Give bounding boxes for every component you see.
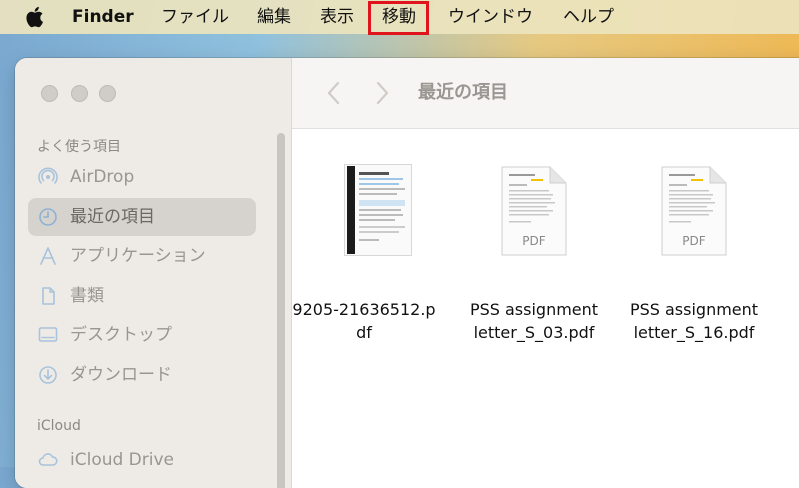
airdrop-icon <box>38 167 58 185</box>
sidebar-section-icloud: iCloud <box>37 418 81 434</box>
file-item[interactable]: PDF PSS assignment letter_S_16.pdf <box>611 150 761 350</box>
document-icon <box>42 287 55 305</box>
apple-logo-icon[interactable] <box>24 5 44 29</box>
sidebar-scrollbar[interactable] <box>277 133 285 488</box>
sidebar-item-label: iCloud Drive <box>70 450 175 470</box>
file-item[interactable]: PDF PSS assignment letter_S_03.pdf <box>451 150 601 350</box>
sidebar-item-label: デスクトップ <box>70 325 172 345</box>
desktop-icon <box>38 327 58 342</box>
pdf-badge: PDF <box>682 234 706 248</box>
applications-icon <box>40 247 56 265</box>
pdf-badge: PDF <box>522 234 546 248</box>
sidebar-section-favorites: よく使う項目 <box>37 139 121 155</box>
file-name: 9205-21636512.p df <box>289 298 439 344</box>
menu-edit[interactable]: 編集 <box>257 0 291 34</box>
menu-help[interactable]: ヘルプ <box>563 0 614 34</box>
chevron-right-icon[interactable] <box>372 80 392 106</box>
sidebar-item-icloud-drive[interactable]: iCloud Drive <box>28 441 256 479</box>
cloud-icon <box>38 453 58 466</box>
sidebar-item-airdrop[interactable]: AirDrop <box>28 158 256 196</box>
file-name-line1: PSS assignment <box>469 300 599 319</box>
sidebar-item-recents[interactable]: 最近の項目 <box>28 198 256 236</box>
window-title: 最近の項目 <box>418 82 508 103</box>
close-window-button[interactable] <box>41 85 58 102</box>
sidebar-item-label: 書類 <box>70 286 104 306</box>
sidebar: よく使う項目 AirDrop 最近の項目 アプリケーション 書類 デスクトップ … <box>15 58 292 488</box>
sidebar-item-desktop[interactable]: デスクトップ <box>28 316 256 354</box>
file-name-line1: 9205-21636512.p <box>292 300 436 319</box>
download-icon <box>39 366 57 384</box>
sidebar-item-label: アプリケーション <box>70 246 206 266</box>
sidebar-item-downloads[interactable]: ダウンロード <box>28 356 256 394</box>
sidebar-item-label: ダウンロード <box>70 365 172 385</box>
chevron-left-icon[interactable] <box>324 80 344 106</box>
menu-view[interactable]: 表示 <box>320 0 354 34</box>
sidebar-item-documents[interactable]: 書類 <box>28 277 256 315</box>
file-item[interactable]: 9205-21636512.p df <box>289 150 439 350</box>
document-thumbnail <box>344 164 412 256</box>
file-name-line1: PSS assignment <box>629 300 759 319</box>
sidebar-item-applications[interactable]: アプリケーション <box>28 237 256 275</box>
zoom-window-button[interactable] <box>99 85 116 102</box>
menu-bar: Finder ファイル 編集 表示 移動 ウインドウ ヘルプ <box>0 0 799 35</box>
file-name-line2: letter_S_03.pdf <box>473 323 595 342</box>
sidebar-item-label: AirDrop <box>70 167 135 187</box>
toolbar: 最近の項目 <box>292 58 799 129</box>
sidebar-item-label: 最近の項目 <box>70 207 155 227</box>
clock-icon <box>39 208 57 226</box>
file-name: PSS assignment letter_S_16.pdf <box>619 298 769 344</box>
file-name-line2: df <box>356 323 372 342</box>
menu-file[interactable]: ファイル <box>161 0 229 34</box>
finder-window: よく使う項目 AirDrop 最近の項目 アプリケーション 書類 デスクトップ … <box>15 58 799 488</box>
minimize-window-button[interactable] <box>71 85 88 102</box>
menu-finder[interactable]: Finder <box>72 0 134 34</box>
menu-go-highlight <box>368 1 429 35</box>
file-name: PSS assignment letter_S_03.pdf <box>459 298 609 344</box>
file-name-line2: letter_S_16.pdf <box>633 323 755 342</box>
menu-window[interactable]: ウインドウ <box>448 0 533 34</box>
